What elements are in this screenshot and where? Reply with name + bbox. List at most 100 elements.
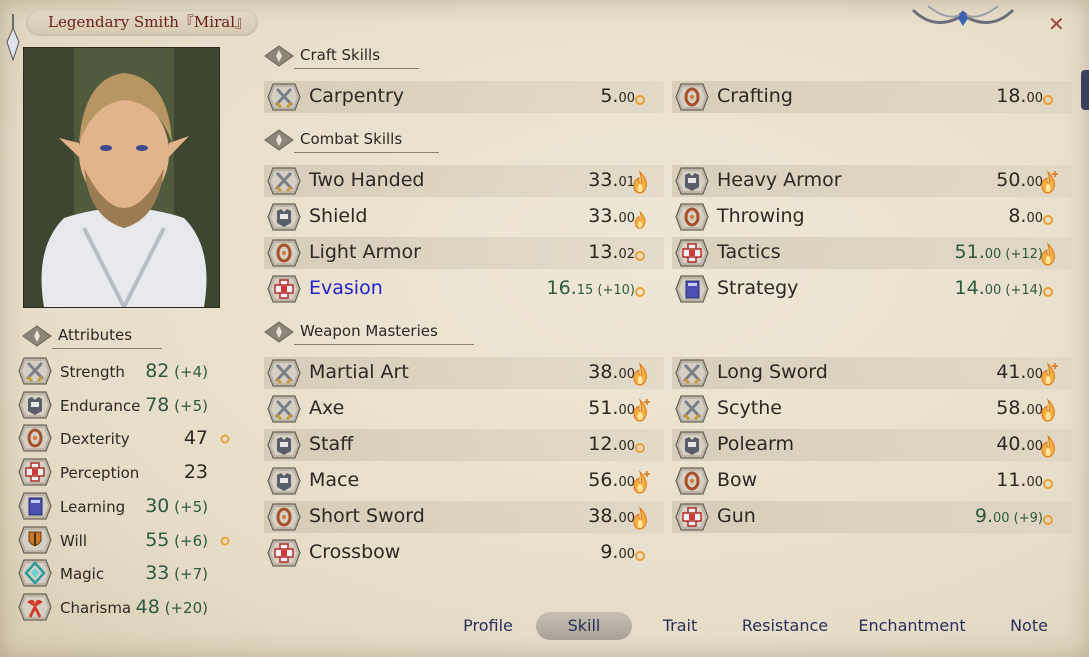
skill-row[interactable]: Crafting 18.00: [672, 81, 1072, 113]
tab-trait[interactable]: Trait: [632, 612, 728, 640]
attribute-value: 48 (+20): [135, 595, 208, 618]
skill-row[interactable]: Heavy Armor 50.00: [672, 165, 1072, 197]
cross-icon: [267, 539, 301, 567]
potential-flame-icon: [630, 470, 650, 494]
ring-icon: [267, 503, 301, 531]
skill-row[interactable]: Staff 12.00: [264, 429, 664, 461]
armor-icon: [675, 431, 709, 459]
potential-low-icon: [1038, 278, 1058, 302]
skill-row[interactable]: Throwing 8.00: [672, 201, 1072, 233]
skill-name: Throwing: [717, 205, 805, 227]
skill-row[interactable]: Mace 56.00: [264, 465, 664, 497]
skill-row[interactable]: Bow 11.00: [672, 465, 1072, 497]
skill-row[interactable]: Tactics 51.00 (+12): [672, 237, 1072, 269]
skill-row[interactable]: Axe 51.00: [264, 393, 664, 425]
attribute-value: 78 (+5): [145, 393, 208, 416]
skill-row[interactable]: Carpentry 5.00: [264, 81, 664, 113]
skill-level: 12.00: [588, 433, 635, 455]
armor-icon: [267, 431, 301, 459]
section-diamond-icon: [264, 129, 294, 151]
shield-icon: [18, 525, 52, 556]
skill-level: 11.00: [996, 469, 1043, 491]
attribute-value: 55 (+6): [145, 528, 208, 551]
skill-row[interactable]: Two Handed 33.01: [264, 165, 664, 197]
crossed-swords-icon: [18, 357, 52, 387]
skill-name: Tactics: [717, 241, 781, 263]
skill-name: Carpentry: [309, 85, 405, 107]
potential-flame-icon: [1038, 434, 1058, 458]
skill-name: Short Sword: [309, 505, 425, 527]
potential-flame-icon: [630, 398, 650, 422]
ring-icon: [675, 83, 709, 111]
potential-low-icon: [630, 242, 650, 266]
skill-row[interactable]: Short Sword 38.00: [264, 501, 664, 533]
tab-note[interactable]: Note: [988, 612, 1070, 640]
skill-row[interactable]: Long Sword 41.00: [672, 357, 1072, 389]
attribute-row[interactable]: Learning 30 (+5): [18, 491, 228, 523]
crossed-swords-icon: [675, 359, 709, 387]
skill-level: 50.00: [996, 169, 1043, 191]
potential-low-icon: [1038, 470, 1058, 494]
skill-name: Scythe: [717, 397, 782, 419]
tab-resistance[interactable]: Resistance: [730, 612, 840, 640]
attributes-header: Attributes: [22, 325, 222, 349]
skill-level: 58.00: [996, 397, 1043, 419]
attribute-name: Will: [60, 531, 88, 550]
side-handle[interactable]: [1081, 70, 1089, 110]
skill-level: 13.02: [588, 241, 635, 263]
attribute-value: 47: [183, 427, 208, 450]
attribute-name: Perception: [60, 464, 140, 483]
armor-icon: [267, 203, 301, 231]
skill-row[interactable]: Light Armor 13.02: [264, 237, 664, 269]
attribute-name: Strength: [60, 363, 125, 381]
skill-row[interactable]: Crossbow 9.00: [264, 537, 664, 569]
attribute-row[interactable]: Charisma 48 (+20): [18, 592, 228, 624]
skill-level: 41.00: [996, 361, 1043, 383]
potential-low-icon: [630, 278, 650, 302]
skill-level: 18.00: [996, 85, 1043, 107]
skill-name: Staff: [309, 433, 354, 455]
cross-icon: [675, 503, 709, 531]
section-diamond-icon: [22, 325, 52, 347]
skill-row[interactable]: Evasion 16.15 (+10): [264, 273, 664, 305]
attribute-row[interactable]: Dexterity 47: [18, 423, 230, 455]
attribute-value: 82 (+4): [145, 360, 208, 382]
potential-low-icon: [630, 434, 650, 458]
close-button[interactable]: ✕: [1048, 12, 1065, 36]
skill-name: Light Armor: [309, 241, 421, 263]
attribute-row[interactable]: Will 55 (+6): [18, 525, 230, 557]
potential-low-icon: [218, 431, 232, 447]
tab-enchantment[interactable]: Enchantment: [846, 612, 978, 640]
armor-icon: [18, 391, 52, 421]
portrait-image: [24, 48, 219, 307]
crossed-swords-icon: [267, 395, 301, 423]
potential-flame-icon: [630, 362, 650, 386]
armor-icon: [675, 167, 709, 195]
skill-row[interactable]: Polearm 40.00: [672, 429, 1072, 461]
pendant-icon: [6, 14, 20, 62]
attribute-row[interactable]: Perception 23: [18, 457, 228, 489]
craft-skills-header: Craft Skills: [264, 45, 464, 69]
tab-skill[interactable]: Skill: [536, 612, 632, 640]
skill-name: Long Sword: [717, 361, 828, 383]
skill-level: 16.15 (+10): [546, 277, 635, 299]
attribute-row[interactable]: Endurance 78 (+5): [18, 390, 228, 422]
ring-icon: [18, 424, 52, 454]
ring-icon: [267, 239, 301, 267]
skill-row[interactable]: Martial Art 38.00: [264, 357, 664, 389]
armor-icon: [267, 467, 301, 495]
section-diamond-icon: [264, 321, 294, 343]
tab-profile[interactable]: Profile: [440, 612, 536, 640]
weapon-masteries-header: Weapon Masteries: [264, 321, 484, 345]
skill-level: 40.00: [996, 433, 1043, 455]
attribute-row[interactable]: Strength 82 (+4): [18, 356, 228, 388]
skill-name: Crafting: [717, 85, 793, 107]
skill-row[interactable]: Strategy 14.00 (+14): [672, 273, 1072, 305]
skill-row[interactable]: Scythe 58.00: [672, 393, 1072, 425]
tab-bar: Profile Skill Trait Resistance Enchantme…: [440, 612, 1080, 640]
cross-icon: [675, 239, 709, 267]
skill-row[interactable]: Shield 33.00: [264, 201, 664, 233]
crossed-swords-icon: [267, 167, 301, 195]
attribute-row[interactable]: Magic 33 (+7): [18, 558, 228, 590]
skill-row[interactable]: Gun 9.00 (+9): [672, 501, 1072, 533]
